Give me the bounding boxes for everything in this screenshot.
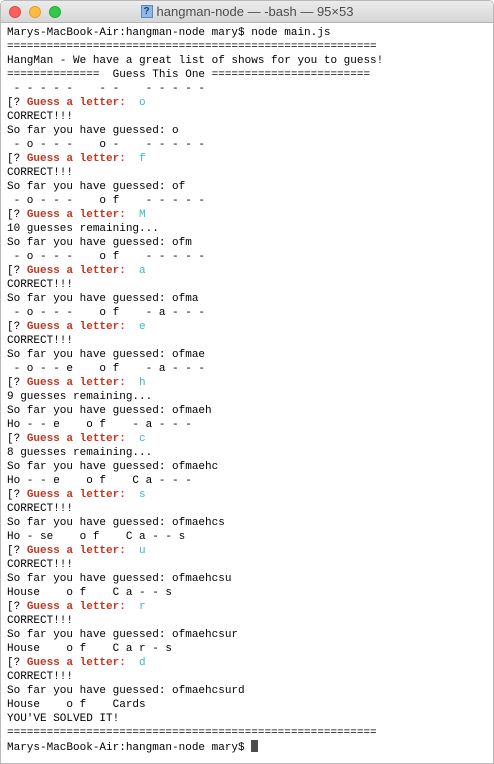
guess-result: CORRECT!!! bbox=[7, 671, 74, 683]
prompt-prefix: [? bbox=[7, 209, 27, 221]
guess-result: CORRECT!!! bbox=[7, 559, 74, 571]
word-board: - o - - - o f - - - - - bbox=[7, 195, 206, 207]
guess-prompt-label: Guess a letter: bbox=[26, 377, 126, 389]
guess-result: CORRECT!!! bbox=[7, 111, 74, 123]
prompt-prefix: [? bbox=[7, 377, 27, 389]
guess-prompt-label: Guess a letter: bbox=[26, 433, 126, 445]
guess-prompt-label: Guess a letter: bbox=[26, 657, 126, 669]
guessed-letter: M bbox=[139, 209, 146, 221]
guessed-so-far: So far you have guessed: ofmaehcsu bbox=[7, 573, 232, 585]
word-board: House o f C a r - s bbox=[7, 643, 173, 655]
guessed-so-far: So far you have guessed: of bbox=[7, 181, 186, 193]
guessed-letter: s bbox=[139, 489, 146, 501]
guess-result: 10 guesses remaining... bbox=[7, 223, 159, 235]
prompt-prefix: [? bbox=[7, 97, 27, 109]
prompt-prefix: [? bbox=[7, 489, 27, 501]
word-board: Ho - - e o f - a - - - bbox=[7, 419, 192, 431]
final-divider: ========================================… bbox=[7, 727, 377, 739]
guess-result: 9 guesses remaining... bbox=[7, 391, 153, 403]
word-board: - o - - - o - - - - - - bbox=[7, 139, 206, 151]
guess-result: CORRECT!!! bbox=[7, 167, 74, 179]
word-board: Ho - - e o f C a - - - bbox=[7, 475, 192, 487]
word-board: Ho - se o f C a - - s bbox=[7, 531, 186, 543]
guessed-letter: f bbox=[139, 153, 146, 165]
word-board: - o - - - o f - - - - - bbox=[7, 251, 206, 263]
guessed-so-far: So far you have guessed: ofma bbox=[7, 293, 199, 305]
solved-message: YOU'VE SOLVED IT! bbox=[7, 713, 120, 725]
terminal-output[interactable]: Marys-MacBook-Air:hangman-node mary$ nod… bbox=[1, 23, 493, 754]
guess-prompt-line: [? Guess a letter: f bbox=[7, 152, 493, 166]
guessed-so-far: So far you have guessed: ofmaeh bbox=[7, 405, 212, 417]
prompt-prefix: [? bbox=[7, 545, 27, 557]
guessed-so-far: So far you have guessed: ofmae bbox=[7, 349, 206, 361]
guessed-so-far: So far you have guessed: ofm bbox=[7, 237, 192, 249]
guessed-so-far: So far you have guessed: ofmaehcsurd bbox=[7, 685, 245, 697]
guess-prompt-line: [? Guess a letter: s bbox=[7, 488, 493, 502]
guess-prompt-line: [? Guess a letter: e bbox=[7, 320, 493, 334]
prompt-prefix: [? bbox=[7, 433, 27, 445]
intro-line: HangMan - We have a great list of shows … bbox=[7, 55, 384, 67]
folder-icon: ? bbox=[140, 5, 153, 18]
guessed-so-far: So far you have guessed: ofmaehc bbox=[7, 461, 219, 473]
guess-prompt-label: Guess a letter: bbox=[26, 489, 126, 501]
guessed-letter: a bbox=[139, 265, 146, 277]
guessed-so-far: So far you have guessed: o bbox=[7, 125, 179, 137]
guessed-letter: r bbox=[139, 601, 146, 613]
guessed-letter: e bbox=[139, 321, 146, 333]
prompt-prefix: [? bbox=[7, 265, 27, 277]
guess-result: CORRECT!!! bbox=[7, 335, 74, 347]
divider-line: ========================================… bbox=[7, 41, 377, 53]
initial-board: - - - - - - - - - - - - bbox=[7, 83, 206, 95]
text-cursor bbox=[251, 740, 259, 752]
guessed-letter: d bbox=[139, 657, 146, 669]
game-rounds: [? Guess a letter: o CORRECT!!! So far you… bbox=[7, 96, 493, 712]
command-line: Marys-MacBook-Air:hangman-node mary$ nod… bbox=[7, 27, 331, 39]
final-prompt-line[interactable]: Marys-MacBook-Air:hangman-node mary$ bbox=[7, 740, 493, 754]
guessed-letter: h bbox=[139, 377, 146, 389]
word-board: House o f C a - - s bbox=[7, 587, 173, 599]
guess-prompt-line: [? Guess a letter: M bbox=[7, 208, 493, 222]
guess-prompt-line: [? Guess a letter: o bbox=[7, 96, 493, 110]
prompt-prefix: [? bbox=[7, 321, 27, 333]
guess-prompt-label: Guess a letter: bbox=[26, 153, 126, 165]
guess-prompt-line: [? Guess a letter: u bbox=[7, 544, 493, 558]
guess-result: 8 guesses remaining... bbox=[7, 447, 153, 459]
terminal-window: ? hangman-node — -bash — 95×53 Marys-Mac… bbox=[0, 0, 494, 764]
guess-result: CORRECT!!! bbox=[7, 615, 74, 627]
prompt-prefix: [? bbox=[7, 601, 27, 613]
subtitle-line: ============== Guess This One ==========… bbox=[7, 69, 371, 81]
prompt-prefix: [? bbox=[7, 153, 27, 165]
guess-prompt-line: [? Guess a letter: r bbox=[7, 600, 493, 614]
guess-prompt-label: Guess a letter: bbox=[26, 265, 126, 277]
guessed-letter: c bbox=[139, 433, 146, 445]
word-board: - o - - - o f - a - - - bbox=[7, 307, 206, 319]
window-title-text: hangman-node — -bash — 95×53 bbox=[156, 4, 354, 19]
guess-prompt-label: Guess a letter: bbox=[26, 321, 126, 333]
guess-prompt-line: [? Guess a letter: h bbox=[7, 376, 493, 390]
guess-prompt-label: Guess a letter: bbox=[26, 97, 126, 109]
guessed-letter: u bbox=[139, 545, 146, 557]
title-bar: ? hangman-node — -bash — 95×53 bbox=[1, 1, 493, 23]
guess-prompt-label: Guess a letter: bbox=[26, 545, 126, 557]
window-title: ? hangman-node — -bash — 95×53 bbox=[1, 1, 493, 22]
guess-prompt-label: Guess a letter: bbox=[26, 601, 126, 613]
guess-prompt-line: [? Guess a letter: a bbox=[7, 264, 493, 278]
prompt-prefix: [? bbox=[7, 657, 27, 669]
guess-result: CORRECT!!! bbox=[7, 503, 74, 515]
guess-prompt-line: [? Guess a letter: c bbox=[7, 432, 493, 446]
word-board: - o - - e o f - a - - - bbox=[7, 363, 206, 375]
guess-result: CORRECT!!! bbox=[7, 279, 74, 291]
guessed-so-far: So far you have guessed: ofmaehcs bbox=[7, 517, 225, 529]
guessed-so-far: So far you have guessed: ofmaehcsur bbox=[7, 629, 239, 641]
shell-prompt: Marys-MacBook-Air:hangman-node mary$ bbox=[7, 742, 252, 754]
guess-prompt-line: [? Guess a letter: d bbox=[7, 656, 493, 670]
guess-prompt-label: Guess a letter: bbox=[26, 209, 126, 221]
guessed-letter: o bbox=[139, 97, 146, 109]
word-board: House o f Cards bbox=[7, 699, 146, 711]
